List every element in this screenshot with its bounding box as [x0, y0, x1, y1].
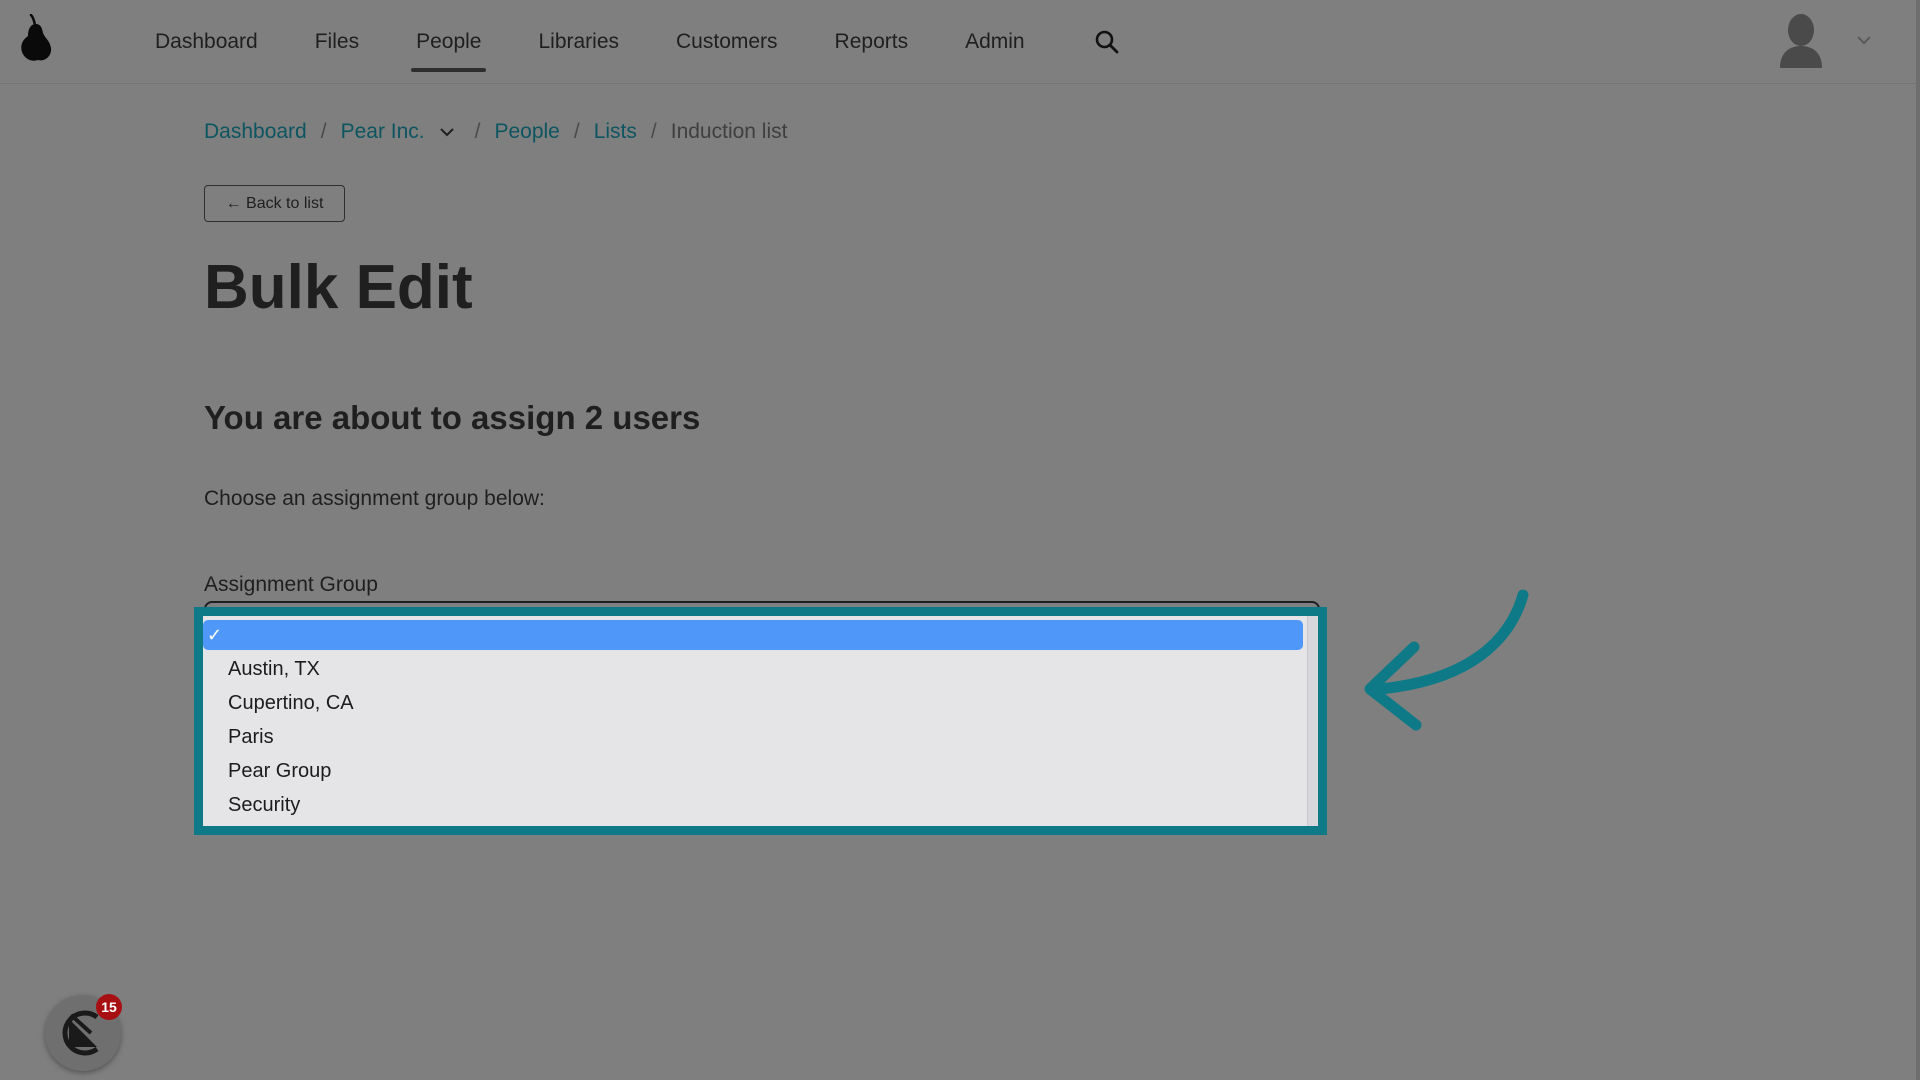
- nav-dashboard[interactable]: Dashboard: [155, 24, 258, 60]
- pear-logo-icon[interactable]: [18, 14, 54, 64]
- dropdown-scrollbar[interactable]: [1307, 616, 1318, 826]
- nav-libraries[interactable]: Libraries: [538, 24, 619, 60]
- chevron-down-icon[interactable]: [439, 126, 455, 138]
- top-navigation-bar: Dashboard Files People Libraries Custome…: [0, 0, 1920, 84]
- assign-summary-heading: You are about to assign 2 users: [204, 399, 701, 436]
- nav-files[interactable]: Files: [315, 24, 359, 60]
- notification-badge: 15: [96, 994, 122, 1020]
- main-nav: Dashboard Files People Libraries Custome…: [155, 0, 1082, 84]
- instruction-text: Choose an assignment group below:: [204, 487, 545, 510]
- dropdown-option-blank-selected[interactable]: ✓: [203, 620, 1303, 650]
- breadcrumb-lists[interactable]: Lists: [594, 120, 637, 144]
- breadcrumb-org[interactable]: Pear Inc.: [341, 120, 425, 144]
- annotation-arrow-icon: [1364, 589, 1529, 731]
- user-avatar-icon[interactable]: [1778, 12, 1824, 68]
- nav-reports[interactable]: Reports: [835, 24, 909, 60]
- page-scrollbar[interactable]: [1916, 0, 1920, 1080]
- breadcrumb-separator: /: [320, 120, 327, 143]
- back-to-list-button[interactable]: ← Back to list: [204, 185, 345, 222]
- breadcrumb-separator: /: [573, 120, 580, 143]
- breadcrumb-separator: /: [650, 120, 657, 143]
- search-icon[interactable]: [1094, 29, 1120, 55]
- breadcrumb-dashboard[interactable]: Dashboard: [204, 120, 307, 144]
- checkmark-icon: ✓: [207, 625, 223, 645]
- breadcrumb: Dashboard / Pear Inc. / People / Lists /…: [204, 120, 787, 144]
- dropdown-option[interactable]: Security: [228, 790, 300, 820]
- breadcrumb-current: Induction list: [670, 120, 788, 143]
- breadcrumb-people[interactable]: People: [494, 120, 559, 144]
- dropdown-option[interactable]: Pear Group: [228, 756, 331, 786]
- dropdown-option[interactable]: Paris: [228, 722, 274, 752]
- nav-admin[interactable]: Admin: [965, 24, 1025, 60]
- assignment-group-label: Assignment Group: [204, 573, 378, 596]
- nav-customers[interactable]: Customers: [676, 24, 778, 60]
- chevron-down-icon[interactable]: [1856, 34, 1872, 46]
- dropdown-option[interactable]: Cupertino, CA: [228, 688, 354, 718]
- dropdown-option[interactable]: Austin, TX: [228, 654, 320, 684]
- assignment-group-dropdown[interactable]: ✓ Austin, TX Cupertino, CA Paris Pear Gr…: [203, 616, 1318, 826]
- nav-people[interactable]: People: [411, 24, 487, 72]
- breadcrumb-separator: /: [474, 120, 481, 143]
- page-title: Bulk Edit: [204, 253, 473, 322]
